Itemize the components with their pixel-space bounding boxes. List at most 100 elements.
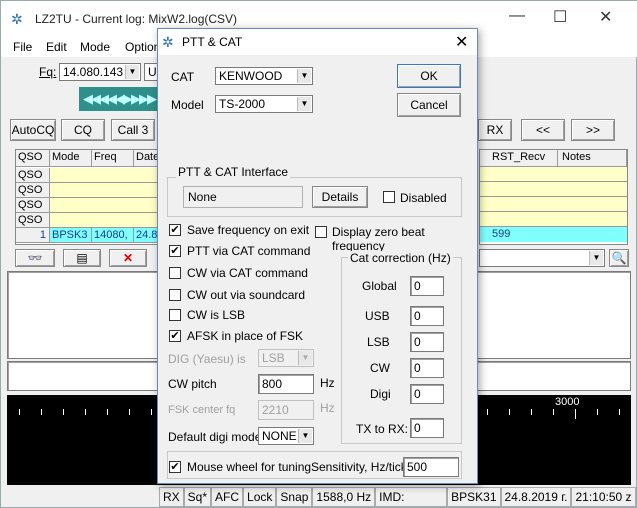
cw-lsb-checkbox[interactable] (169, 309, 181, 321)
disabled-label: Disabled (400, 191, 447, 205)
freq-value: 14.080.143 (63, 65, 124, 79)
fsk-unit: Hz (320, 401, 335, 415)
cw-pitch-input[interactable]: 800 (258, 374, 314, 394)
afsk-checkbox[interactable]: ✔ (169, 330, 181, 342)
row-label: QSO (16, 213, 50, 228)
current-row[interactable]: 1 BPSK3 14080, 24.8 (16, 228, 161, 243)
disabled-checkbox[interactable] (383, 191, 395, 203)
row-label: QSO (16, 198, 50, 213)
waterfall-scale-label: 3000 (555, 396, 580, 408)
table-row[interactable] (480, 212, 627, 227)
cw-pitch-unit: Hz (320, 376, 335, 390)
cancel-button[interactable]: Cancel (397, 93, 461, 117)
model-combo[interactable]: TS-2000 ▼ (215, 95, 313, 113)
row-cells (50, 168, 161, 183)
sensitivity-input[interactable]: 500 (403, 457, 459, 477)
glasses-icon[interactable]: 👓 (15, 249, 55, 267)
table-row[interactable] (480, 167, 627, 182)
fsk-input[interactable]: 2210 (258, 400, 314, 420)
chevron-down-icon: ▼ (125, 65, 139, 79)
log-grid[interactable]: QSO Mode Freq Date QSO QSO QSO QSO 1 BPS… (15, 149, 161, 245)
table-row[interactable]: QSO (16, 198, 161, 213)
col-rst-recv[interactable]: RST_Recv (480, 150, 558, 167)
maximize-icon[interactable]: ☐ (553, 7, 567, 27)
col-qso[interactable]: QSO (16, 150, 50, 167)
cw-soundcard-checkbox[interactable] (169, 289, 181, 301)
cw-cat-label: CW via CAT command (187, 266, 308, 280)
dialog-title: PTT & CAT (182, 35, 243, 49)
usb-label: USB (365, 309, 390, 323)
window-title: LZ2TU - Current log: MixW2.log(CSV) (35, 12, 238, 26)
ptt-cat-checkbox[interactable]: ✔ (169, 245, 181, 257)
interface-field[interactable]: None (183, 186, 303, 208)
forward-button[interactable]: >> (571, 119, 615, 141)
current-rst[interactable]: 599 (480, 227, 627, 242)
search-icon[interactable]: 🔍 (609, 249, 629, 267)
cw-cat-checkbox[interactable] (169, 267, 181, 279)
current-index: 1 (16, 228, 50, 243)
wheel-checkbox[interactable]: ✔ (169, 461, 181, 473)
memo-icon[interactable]: ▤ (63, 249, 101, 267)
log-grid-right[interactable]: RST_Recv Notes 599 (479, 149, 628, 245)
delete-icon[interactable]: ✕ (109, 249, 147, 267)
digi-input[interactable]: 0 (410, 384, 444, 404)
col-notes[interactable]: Notes (558, 150, 627, 167)
model-label: Model (171, 98, 204, 112)
menu-file[interactable]: File (13, 40, 32, 54)
digi-label: Digi (370, 387, 391, 401)
cat-value: KENWOOD (219, 69, 283, 83)
autocq-button[interactable]: AutoCQ (10, 119, 56, 141)
status-afc[interactable]: AFC (211, 487, 244, 507)
wheel-label: Mouse wheel for tuning (187, 460, 312, 474)
rewind-button[interactable]: << (521, 119, 565, 141)
status-imd: IMD: (375, 487, 448, 507)
table-row[interactable] (480, 182, 627, 197)
status-lock[interactable]: Lock (243, 487, 277, 507)
dialog-title-bar: ✲ PTT & CAT ✕ (158, 29, 477, 55)
row-cells (50, 198, 161, 213)
callsign-combo[interactable]: ▼ (479, 249, 605, 267)
status-rx[interactable]: RX (159, 487, 184, 507)
log-header-right: RST_Recv Notes (480, 150, 627, 167)
table-row[interactable]: QSO (16, 213, 161, 228)
table-row[interactable] (480, 197, 627, 212)
zero-beat-checkbox[interactable] (315, 226, 327, 238)
status-sq[interactable]: Sq* (183, 487, 212, 507)
cat-combo[interactable]: KENWOOD ▼ (215, 67, 313, 85)
freq-combo[interactable]: 14.080.143 ▼ (59, 63, 141, 81)
save-freq-label: Save frequency on exit (187, 223, 310, 237)
butterfly-icon: ✲ (162, 34, 174, 50)
global-input[interactable]: 0 (410, 276, 444, 296)
status-time: 21:10:50 z (571, 487, 636, 507)
txrx-label: TX to RX: (356, 422, 409, 436)
details-button[interactable]: Details (312, 186, 368, 208)
rx-button[interactable]: RX (478, 119, 512, 141)
menu-mode[interactable]: Mode (80, 40, 110, 54)
close-icon[interactable]: ✕ (599, 7, 612, 27)
cq-button[interactable]: CQ (61, 119, 105, 141)
row-label: QSO (16, 183, 50, 198)
status-snap[interactable]: Snap (276, 487, 313, 507)
tune-arrows[interactable]: ◀◀◀◀◀▶▶▶▶ (79, 87, 159, 111)
col-mode[interactable]: Mode (50, 150, 92, 167)
lsb-input[interactable]: 0 (410, 332, 444, 352)
chevron-down-icon: ▼ (297, 69, 311, 83)
log-header: QSO Mode Freq Date (16, 150, 161, 167)
dig-combo[interactable]: LSB ▼ (258, 349, 314, 367)
status-mode[interactable]: BPSK31 (447, 487, 501, 507)
minimize-icon[interactable]: — (509, 7, 525, 25)
digi-mode-combo[interactable]: NONE ▼ (258, 427, 314, 445)
close-icon[interactable]: ✕ (455, 32, 468, 52)
txrx-input[interactable]: 0 (410, 418, 444, 438)
menu-edit[interactable]: Edit (46, 40, 67, 54)
table-row[interactable]: QSO (16, 168, 161, 183)
cw-pitch-label: CW pitch (168, 377, 217, 391)
save-freq-checkbox[interactable]: ✔ (169, 224, 181, 236)
call3-button[interactable]: Call 3 (111, 119, 155, 141)
usb-input[interactable]: 0 (410, 306, 444, 326)
cw-input[interactable]: 0 (410, 358, 444, 378)
log-rows: QSO QSO QSO QSO 1 BPSK3 14080, 24.8 (16, 168, 161, 243)
col-freq[interactable]: Freq (92, 150, 134, 167)
ok-button[interactable]: OK (397, 64, 461, 88)
table-row[interactable]: QSO (16, 183, 161, 198)
